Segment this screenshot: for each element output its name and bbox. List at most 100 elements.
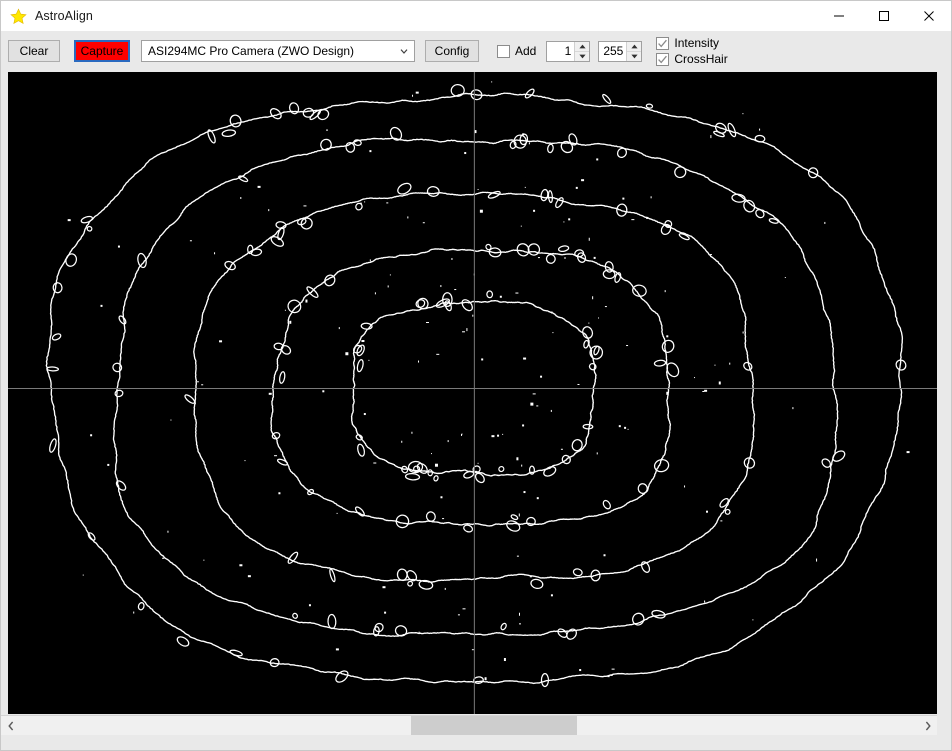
contour-blob <box>463 524 474 533</box>
contour-blob <box>640 561 651 573</box>
noise-speckle <box>374 292 376 295</box>
contour-blob <box>674 166 687 179</box>
noise-speckle <box>784 277 786 279</box>
noise-speckle <box>335 648 339 651</box>
noise-speckle <box>196 381 199 383</box>
noise-speckle <box>464 152 467 155</box>
contour-blob <box>355 202 363 211</box>
contour-blob <box>302 107 315 118</box>
contour-blob <box>473 676 484 684</box>
noise-speckle <box>536 497 539 500</box>
close-button[interactable] <box>906 1 951 31</box>
scrollbar-thumb[interactable] <box>410 716 577 735</box>
contour-blob <box>221 129 237 138</box>
noise-speckle <box>581 179 585 182</box>
scroll-left-button[interactable] <box>1 716 20 735</box>
contour-blob <box>832 450 846 462</box>
noise-speckle <box>611 668 615 670</box>
noise-speckle <box>596 452 598 455</box>
contour-blob <box>583 339 590 349</box>
noise-speckles <box>67 81 910 681</box>
star-icon <box>10 7 27 25</box>
min-value-spinner-value: 1 <box>564 44 572 58</box>
add-checkbox[interactable]: Add <box>497 44 536 58</box>
contour-blob <box>506 520 521 532</box>
maximize-icon <box>878 11 889 21</box>
noise-speckle <box>219 340 223 343</box>
noise-speckle <box>345 352 349 356</box>
contour-blob <box>719 497 729 508</box>
camera-select[interactable]: ASI294MC Pro Camera (ZWO Design) <box>141 40 415 62</box>
noise-speckle <box>710 135 712 139</box>
intensity-checkbox-box[interactable] <box>656 36 670 50</box>
noise-speckle <box>373 462 377 464</box>
noise-speckle <box>530 402 534 406</box>
add-checkbox-box[interactable] <box>497 44 510 58</box>
noise-speckle <box>451 257 453 260</box>
noise-speckle <box>503 658 506 662</box>
contour-blob <box>661 339 675 353</box>
min-value-spinner[interactable]: 1 <box>546 40 591 62</box>
clear-button[interactable]: Clear <box>8 40 60 62</box>
min-spinner-up-button[interactable] <box>575 41 590 52</box>
noise-speckle <box>214 252 216 255</box>
noise-speckle <box>389 274 391 276</box>
contour-blob <box>743 457 756 469</box>
contour-blob <box>427 469 434 477</box>
noise-speckle <box>201 384 204 386</box>
crosshair-checkbox[interactable]: CrossHair <box>656 52 728 66</box>
noise-speckle <box>338 327 340 330</box>
caret-down-icon <box>631 54 638 58</box>
maximize-button[interactable] <box>861 1 906 31</box>
star-image-canvas[interactable] <box>8 72 937 714</box>
noise-speckle <box>415 91 419 94</box>
noise-speckle <box>284 309 286 311</box>
noise-speckle <box>537 257 540 259</box>
noise-speckle <box>532 393 536 395</box>
scrollbar-track[interactable] <box>20 716 918 735</box>
capture-button[interactable]: Capture <box>74 40 130 62</box>
noise-speckle <box>528 142 530 145</box>
contour-blob <box>404 472 421 481</box>
window-controls <box>816 1 951 31</box>
contour-blob <box>743 361 753 371</box>
contour-blob <box>524 88 535 99</box>
noise-speckle <box>257 185 261 188</box>
contour-blob <box>327 613 337 630</box>
window-title: AstroAlign <box>35 9 93 23</box>
horizontal-scrollbar[interactable] <box>1 715 937 735</box>
noise-speckle <box>444 587 446 590</box>
noise-speckle <box>714 364 716 366</box>
config-button[interactable]: Config <box>425 40 479 62</box>
contour-blob <box>280 344 292 355</box>
noise-speckle <box>563 221 565 223</box>
noise-speckle <box>550 594 553 597</box>
crosshair-checkbox-box[interactable] <box>656 52 670 66</box>
noise-speckle <box>626 345 629 347</box>
noise-speckle <box>631 219 635 221</box>
contour-blob <box>51 333 62 341</box>
minimize-button[interactable] <box>816 1 861 31</box>
intensity-checkbox-label: Intensity <box>674 36 720 50</box>
contour-blob <box>461 299 473 312</box>
noise-speckle <box>247 575 251 578</box>
min-spinner-down-button[interactable] <box>575 51 590 61</box>
noise-speckle <box>461 433 463 435</box>
intensity-checkbox[interactable]: Intensity <box>656 36 727 50</box>
noise-speckle <box>239 564 243 567</box>
noise-speckle <box>491 81 493 83</box>
contour-blob <box>115 480 127 491</box>
noise-speckle <box>497 434 500 437</box>
contour-4 <box>270 248 672 527</box>
noise-speckle <box>430 453 432 455</box>
noise-speckle <box>479 209 483 213</box>
scroll-right-button[interactable] <box>918 716 937 735</box>
max-spinner-down-button[interactable] <box>627 51 642 61</box>
noise-speckle <box>418 631 420 634</box>
noise-speckle <box>520 225 522 227</box>
noise-speckle <box>477 188 479 190</box>
noise-speckle <box>436 353 440 355</box>
max-value-spinner[interactable]: 255 <box>598 40 643 62</box>
max-spinner-up-button[interactable] <box>627 41 642 52</box>
contour-2 <box>112 137 839 637</box>
